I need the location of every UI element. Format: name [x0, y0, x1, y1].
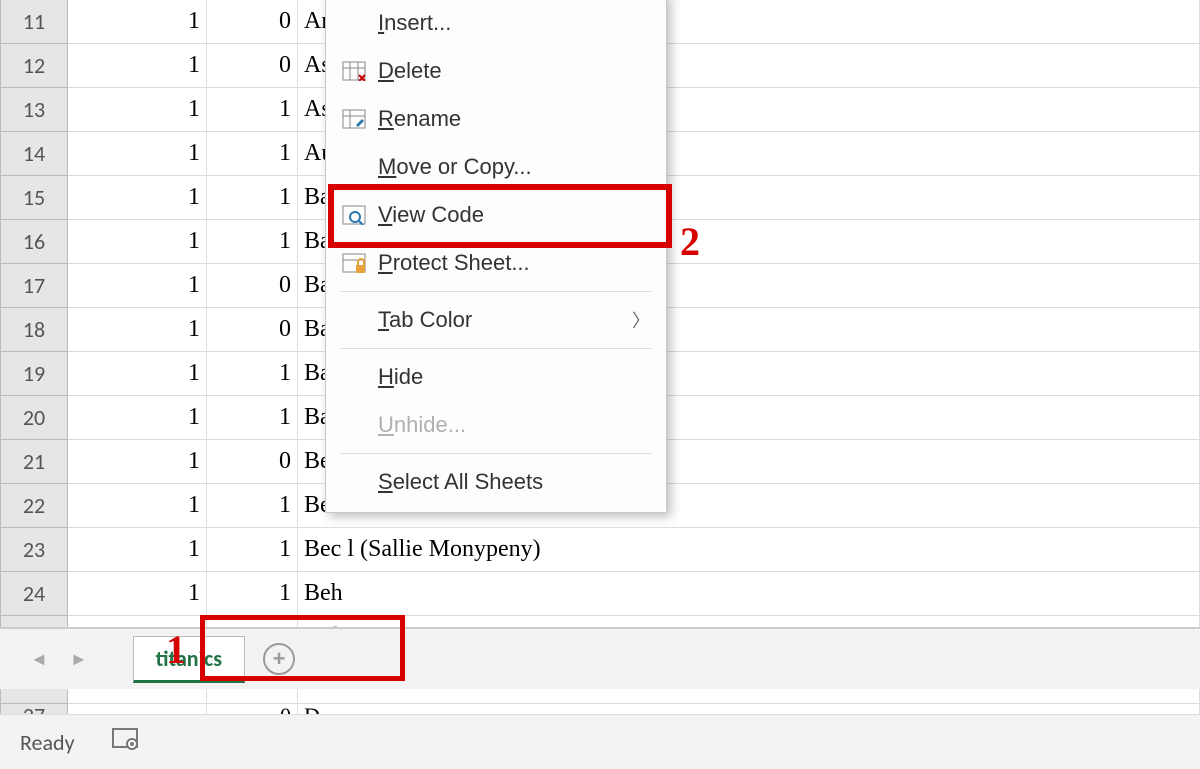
tab-nav: ◄ ► — [30, 649, 88, 670]
sheet-context-menu: Insert... Delete Rename Move or Copy... … — [325, 0, 667, 513]
cell[interactable]: 1 — [207, 396, 298, 440]
menu-view-code[interactable]: View Code — [326, 191, 666, 239]
annotation-number-2: 2 — [680, 218, 700, 265]
cell[interactable]: 1 — [207, 88, 298, 132]
menu-view-code-label: View Code — [378, 202, 650, 228]
menu-delete-label: Delete — [378, 58, 650, 84]
cell[interactable]: 0 — [207, 0, 298, 44]
menu-insert-label: Insert... — [378, 10, 650, 36]
tab-next-icon[interactable]: ► — [70, 649, 88, 670]
cell[interactable]: 1 — [68, 572, 207, 616]
status-ready: Ready — [20, 729, 75, 756]
cell[interactable]: 1 — [68, 44, 207, 88]
cell[interactable]: 1 — [207, 484, 298, 528]
cell[interactable]: 1 — [68, 88, 207, 132]
row-header[interactable]: 12 — [0, 44, 68, 88]
status-bar: Ready — [0, 714, 1200, 769]
cell[interactable]: 0 — [207, 264, 298, 308]
cell[interactable]: 1 — [68, 528, 207, 572]
delete-icon — [342, 61, 378, 81]
cell[interactable]: 1 — [68, 308, 207, 352]
cell[interactable]: 1 — [68, 0, 207, 44]
new-sheet-button[interactable]: + — [263, 643, 295, 675]
sheet-tab-titanics[interactable]: titanics — [133, 636, 245, 683]
macro-record-icon[interactable] — [111, 727, 139, 757]
row-header[interactable]: 21 — [0, 440, 68, 484]
grid-row[interactable]: 2411Beh — [0, 572, 1200, 616]
row-header[interactable]: 20 — [0, 396, 68, 440]
row-header[interactable]: 17 — [0, 264, 68, 308]
menu-separator — [340, 453, 652, 454]
cell[interactable]: 1 — [68, 132, 207, 176]
menu-separator — [340, 348, 652, 349]
cell[interactable]: 0 — [207, 440, 298, 484]
cell[interactable]: 1 — [207, 132, 298, 176]
menu-insert[interactable]: Insert... — [326, 0, 666, 47]
menu-delete[interactable]: Delete — [326, 47, 666, 95]
tab-prev-icon[interactable]: ◄ — [30, 649, 48, 670]
annotation-number-1: 1 — [166, 626, 186, 673]
cell[interactable]: Bec l (Sallie Monypeny) — [298, 528, 1200, 572]
cell[interactable]: 0 — [207, 308, 298, 352]
cell[interactable]: 1 — [207, 572, 298, 616]
menu-select-all[interactable]: Select All Sheets — [326, 458, 666, 506]
menu-separator — [340, 291, 652, 292]
row-header[interactable]: 18 — [0, 308, 68, 352]
menu-tabcolor-label: Tab Color — [378, 307, 632, 333]
row-header[interactable]: 14 — [0, 132, 68, 176]
cell[interactable]: 1 — [207, 176, 298, 220]
grid-row[interactable]: 2311Bec l (Sallie Monypeny) — [0, 528, 1200, 572]
menu-hide[interactable]: Hide — [326, 353, 666, 401]
row-header[interactable]: 13 — [0, 88, 68, 132]
cell[interactable]: 0 — [207, 44, 298, 88]
chevron-right-icon: 〉 — [632, 307, 650, 333]
menu-hide-label: Hide — [378, 364, 650, 390]
cell[interactable]: 1 — [207, 528, 298, 572]
menu-protect[interactable]: Protect Sheet... — [326, 239, 666, 287]
row-header[interactable]: 15 — [0, 176, 68, 220]
menu-unhide-label: Unhide... — [378, 412, 650, 438]
cell[interactable]: 1 — [68, 176, 207, 220]
menu-move-label: Move or Copy... — [378, 154, 650, 180]
row-header[interactable]: 19 — [0, 352, 68, 396]
protect-icon — [342, 253, 378, 273]
cell[interactable]: 1 — [68, 220, 207, 264]
view-code-icon — [342, 205, 378, 225]
cell[interactable]: 1 — [68, 440, 207, 484]
menu-selectall-label: Select All Sheets — [378, 469, 650, 495]
row-header[interactable]: 22 — [0, 484, 68, 528]
row-header[interactable]: 11 — [0, 0, 68, 44]
menu-unhide: Unhide... — [326, 401, 666, 449]
cell[interactable]: 1 — [68, 352, 207, 396]
menu-rename-label: Rename — [378, 106, 650, 132]
row-header[interactable]: 16 — [0, 220, 68, 264]
row-header[interactable]: 24 — [0, 572, 68, 616]
row-header[interactable]: 23 — [0, 528, 68, 572]
cell[interactable]: 1 — [68, 484, 207, 528]
rename-icon — [342, 109, 378, 129]
menu-rename[interactable]: Rename — [326, 95, 666, 143]
cell[interactable]: 1 — [207, 220, 298, 264]
menu-tab-color[interactable]: Tab Color 〉 — [326, 296, 666, 344]
cell[interactable]: Beh — [298, 572, 1200, 616]
cell[interactable]: 1 — [68, 396, 207, 440]
cell[interactable]: 1 — [68, 264, 207, 308]
menu-move-copy[interactable]: Move or Copy... — [326, 143, 666, 191]
cell[interactable]: 1 — [207, 352, 298, 396]
menu-protect-label: Protect Sheet... — [378, 250, 650, 276]
